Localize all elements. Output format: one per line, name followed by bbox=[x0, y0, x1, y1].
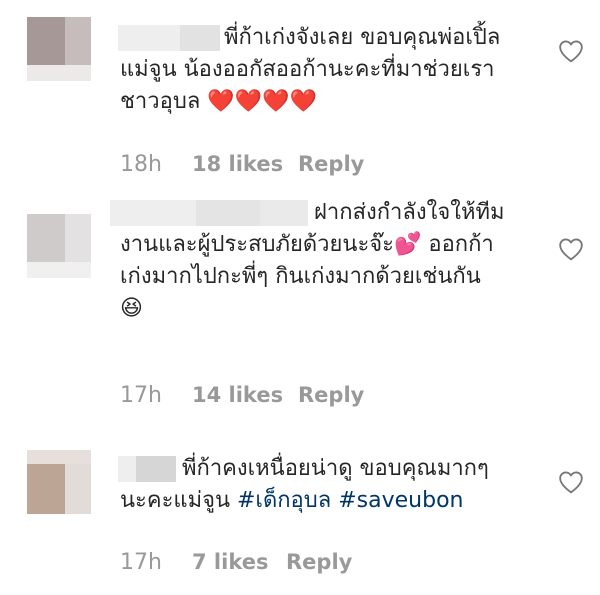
heart-outline-icon[interactable] bbox=[558, 39, 584, 63]
reply-button[interactable]: Reply bbox=[298, 152, 364, 176]
avatar-blur-block bbox=[27, 450, 91, 464]
comment-text: ฝากส่งกำลังใจให้ทีม งานและผู้ประสบภัยด้ว… bbox=[120, 197, 540, 325]
heart-outline-icon[interactable] bbox=[558, 237, 584, 261]
avatar-blur-block bbox=[65, 214, 91, 262]
avatar-blur-block bbox=[27, 214, 65, 262]
comment-line: ฝากส่งกำลังใจให้ทีม bbox=[314, 200, 505, 225]
avatar-blur-block bbox=[27, 464, 65, 514]
comment-text: พี่ก้าคงเหนื่อยน่าดู ขอบคุณมากๆ นะคะแม่จ… bbox=[120, 453, 540, 517]
timestamp[interactable]: 17h bbox=[120, 550, 162, 575]
comment-line: 😆 bbox=[120, 296, 143, 321]
avatar-blur-block bbox=[65, 464, 91, 514]
heart-outline-icon[interactable] bbox=[558, 470, 584, 494]
avatar-blur-block bbox=[65, 17, 91, 65]
likes-count[interactable]: 18 likes bbox=[192, 152, 283, 176]
avatar-blur-block bbox=[27, 17, 65, 65]
comment-line: พี่ก้าคงเหนื่อยน่าดู ขอบคุณมากๆ bbox=[182, 456, 489, 481]
comment-line: แม่จูน น้องออกัสออก้านะคะที่มาช่วยเรา bbox=[120, 57, 495, 82]
hashtag-link[interactable]: #saveubon bbox=[338, 488, 463, 513]
likes-count[interactable]: 7 likes bbox=[192, 550, 268, 574]
comment-line-text: นะคะแม่จูน bbox=[120, 488, 230, 513]
comment-line: ชาวอุบล ❤️❤️❤️❤️ bbox=[120, 89, 317, 114]
avatar[interactable] bbox=[27, 17, 91, 81]
reply-button[interactable]: Reply bbox=[286, 550, 352, 574]
timestamp[interactable]: 17h bbox=[120, 383, 162, 408]
avatar-blur-block bbox=[27, 262, 91, 278]
hashtag-link[interactable]: #เด็กอุบล bbox=[237, 488, 331, 513]
likes-count[interactable]: 14 likes bbox=[192, 383, 283, 407]
comment-text: พี่ก้าเก่งจังเลย ขอบคุณพ่อเปิ้ล แม่จูน น… bbox=[120, 22, 540, 118]
reply-button[interactable]: Reply bbox=[298, 383, 364, 407]
avatar[interactable] bbox=[27, 214, 91, 278]
comment-line: นะคะแม่จูน #เด็กอุบล #saveubon bbox=[120, 485, 540, 517]
comment-line: งานและผู้ประสบภัยด้วยนะจ๊ะ💕 ออกก้า bbox=[120, 232, 494, 257]
timestamp[interactable]: 18h bbox=[120, 152, 162, 177]
comment-line: พี่ก้าเก่งจังเลย ขอบคุณพ่อเปิ้ล bbox=[224, 25, 501, 50]
avatar[interactable] bbox=[27, 450, 91, 514]
avatar-blur-block bbox=[27, 65, 91, 81]
comment-line: เก่งมากไปกะพี่ๆ กินเก่งมากด้วยเช่นกัน bbox=[120, 264, 481, 289]
